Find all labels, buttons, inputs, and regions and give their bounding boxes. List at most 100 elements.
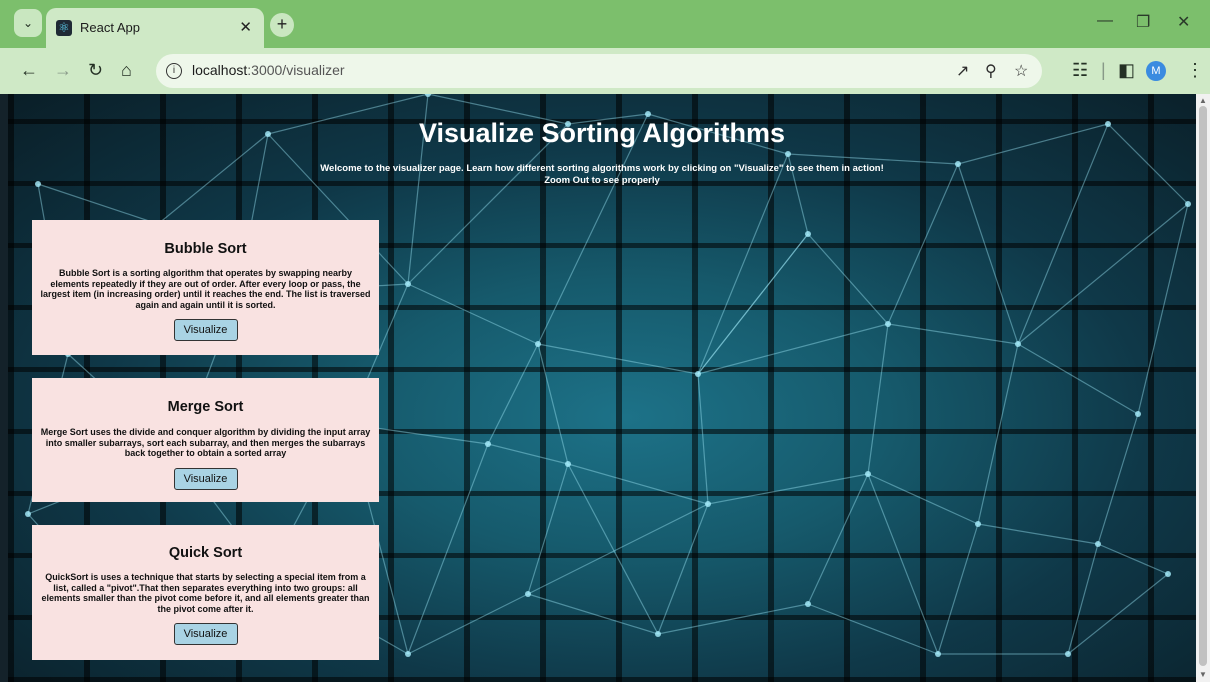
profile-avatar[interactable]: M <box>1146 61 1166 81</box>
network-node <box>425 94 431 97</box>
network-node <box>1165 571 1171 577</box>
network-line <box>697 373 709 505</box>
back-arrow-icon[interactable]: ← <box>20 60 38 81</box>
scroll-thumb[interactable] <box>1199 106 1207 666</box>
quick-sort-card: Quick Sort QuickSort is uses a technique… <box>32 525 379 660</box>
network-line <box>487 343 539 445</box>
network-node <box>1135 411 1141 417</box>
network-line <box>567 463 709 505</box>
visualize-merge-sort-button[interactable]: Visualize <box>173 467 238 490</box>
restore-icon[interactable]: ❐ <box>1136 12 1150 32</box>
network-line <box>977 343 1019 525</box>
network-line <box>657 503 709 635</box>
bubble-sort-card: Bubble Sort Bubble Sort is a sorting alg… <box>32 220 379 355</box>
intro-line: Welcome to the visualizer page. Learn ho… <box>320 163 884 174</box>
network-line <box>707 473 869 505</box>
network-line <box>807 603 939 655</box>
network-node <box>885 321 891 327</box>
extensions-icon[interactable]: ☷ <box>1072 60 1088 81</box>
open-in-window-icon[interactable]: ↗ <box>956 61 969 81</box>
card-description: QuickSort is uses a technique that start… <box>41 572 370 614</box>
network-line <box>807 233 889 325</box>
network-node <box>935 651 941 657</box>
network-line <box>887 163 959 325</box>
network-line <box>527 503 709 595</box>
scroll-up-icon[interactable]: ▲ <box>1199 96 1207 105</box>
visualize-bubble-sort-button[interactable]: Visualize <box>173 319 238 341</box>
network-node <box>405 281 411 287</box>
network-node <box>535 341 541 347</box>
network-node <box>405 651 411 657</box>
new-tab-button[interactable]: + <box>270 13 294 37</box>
network-node <box>805 601 811 607</box>
window-close-icon[interactable]: ✕ <box>1177 12 1190 32</box>
network-node <box>785 151 791 157</box>
network-line <box>537 343 699 375</box>
page-title: Visualize Sorting Algorithms <box>418 118 786 148</box>
network-node <box>805 231 811 237</box>
zoom-hint: Zoom Out to see properly <box>544 175 660 186</box>
network-node <box>705 501 711 507</box>
browser-tab[interactable]: ⚛ React App ✕ <box>46 8 264 48</box>
browser-tab-strip: ⌄ ⚛ React App ✕ + — ❐ ✕ <box>0 0 1210 48</box>
network-line <box>1137 203 1189 415</box>
minimize-icon[interactable]: — <box>1097 12 1113 30</box>
network-line <box>807 473 869 605</box>
network-line <box>487 443 569 465</box>
card-title: Bubble Sort <box>164 241 247 257</box>
network-node <box>865 471 871 477</box>
merge-sort-card: Merge Sort Merge Sort uses the divide an… <box>32 378 379 502</box>
visualize-quick-sort-button[interactable]: Visualize <box>173 623 238 645</box>
network-line <box>957 163 1019 345</box>
network-line <box>697 233 809 375</box>
network-line <box>537 343 569 465</box>
network-line <box>1097 543 1169 575</box>
bookmark-star-icon[interactable]: ☆ <box>1014 61 1028 81</box>
network-line <box>407 443 489 655</box>
network-line <box>1067 543 1099 655</box>
page-viewport: Visualize Sorting Algorithms Welcome to … <box>8 94 1196 682</box>
network-line <box>567 463 659 635</box>
site-info-icon[interactable]: i <box>166 63 182 79</box>
network-node <box>35 181 41 187</box>
network-node <box>955 161 961 167</box>
toolbar-divider: | <box>1101 60 1106 80</box>
network-node <box>1095 541 1101 547</box>
network-line <box>1067 573 1169 655</box>
intro-text: Welcome to the visualizer page. Learn ho… <box>298 163 906 187</box>
network-line <box>407 283 539 345</box>
scroll-down-icon[interactable]: ▼ <box>1199 670 1207 679</box>
network-line <box>37 183 159 225</box>
card-title: Quick Sort <box>168 545 243 561</box>
menu-kebab-icon[interactable]: ⋮ <box>1186 60 1204 81</box>
browser-toolbar: ← → ↻ ⌂ i localhost:3000/visualizer ↗ ⚲ … <box>0 48 1210 94</box>
home-icon[interactable]: ⌂ <box>121 60 132 81</box>
url-text: localhost:3000/visualizer <box>192 62 345 78</box>
page-scrollbar[interactable]: ▲ ▼ <box>1196 94 1210 682</box>
network-node <box>975 521 981 527</box>
network-node <box>695 371 701 377</box>
card-description: Merge Sort uses the divide and conquer a… <box>40 427 371 458</box>
chevron-down-icon: ⌄ <box>22 16 34 30</box>
network-node <box>485 441 491 447</box>
network-line <box>867 323 889 475</box>
network-node <box>25 511 31 517</box>
network-line <box>527 463 569 595</box>
zoom-icon[interactable]: ⚲ <box>985 61 997 81</box>
side-panel-icon[interactable]: ◧ <box>1118 60 1135 81</box>
network-line <box>657 603 809 635</box>
reload-icon[interactable]: ↻ <box>88 60 103 81</box>
forward-arrow-icon[interactable]: → <box>54 60 72 81</box>
tab-title: React App <box>80 20 140 35</box>
network-line <box>407 593 529 655</box>
network-node <box>1065 651 1071 657</box>
tab-search-button[interactable]: ⌄ <box>14 9 42 37</box>
network-node <box>525 591 531 597</box>
address-bar[interactable]: i localhost:3000/visualizer ↗ ⚲ ☆ <box>156 54 1042 88</box>
close-icon[interactable]: ✕ <box>239 18 252 36</box>
network-line <box>1017 123 1109 345</box>
network-node <box>655 631 661 637</box>
network-node <box>565 461 571 467</box>
network-node <box>645 111 651 117</box>
card-description: Bubble Sort is a sorting algorithm that … <box>40 268 371 310</box>
